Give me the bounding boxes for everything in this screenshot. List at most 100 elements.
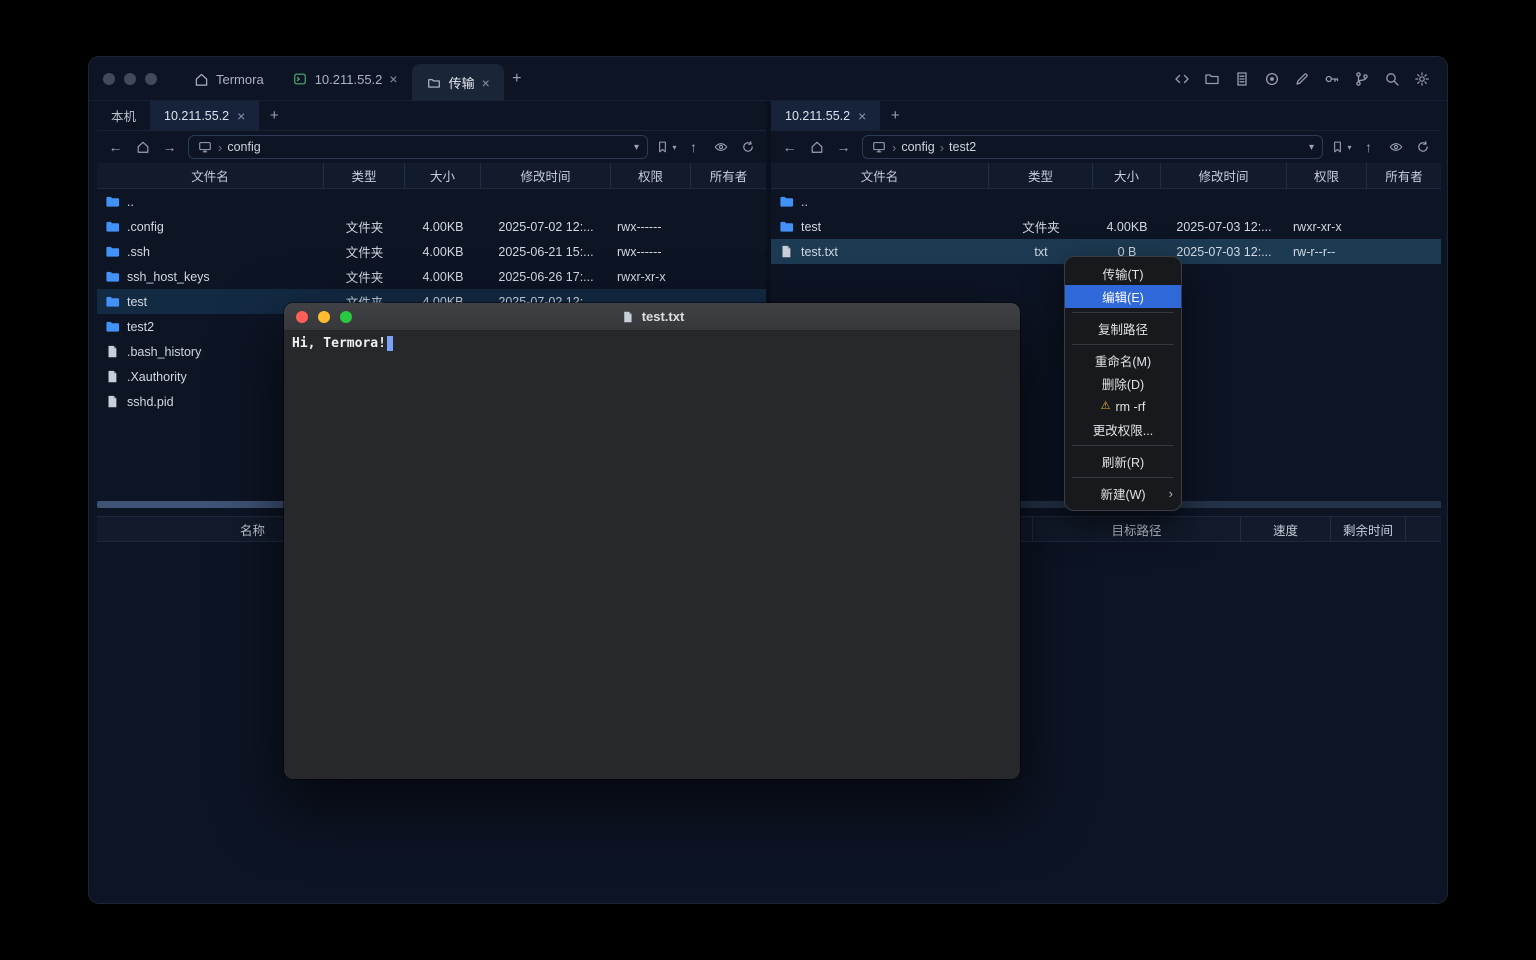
new-panel-tab-button[interactable]: + — [880, 101, 910, 130]
menu-item-new[interactable]: 新建(W) — [1065, 482, 1181, 505]
minimize-window-button[interactable] — [318, 311, 330, 323]
parent-directory-button[interactable] — [1356, 135, 1381, 159]
folder-icon — [104, 219, 120, 235]
new-panel-tab-button[interactable]: + — [259, 101, 289, 130]
close-window-button[interactable] — [103, 73, 115, 85]
file-row-parent[interactable]: .. — [771, 189, 1441, 214]
home-button[interactable] — [804, 135, 829, 159]
folder-icon — [778, 219, 794, 235]
menu-separator — [1072, 344, 1174, 345]
file-row[interactable]: test 文件夹 4.00KB 2025-07-03 12:... rwxr-x… — [771, 214, 1441, 239]
transfer-column-eta[interactable]: 剩余时间 — [1331, 517, 1406, 541]
menu-item-rename[interactable]: 重命名(M) — [1065, 349, 1181, 372]
folder-icon[interactable] — [1203, 70, 1221, 88]
column-header-name[interactable]: 文件名 — [97, 163, 324, 188]
menu-item-transfer[interactable]: 传输(T) — [1065, 262, 1181, 285]
breadcrumb-segment[interactable]: test2 — [949, 140, 976, 154]
left-table-header: 文件名 类型 大小 修改时间 权限 所有者 — [97, 163, 766, 189]
record-icon[interactable] — [1263, 70, 1281, 88]
menu-item-edit[interactable]: 编辑(E) — [1065, 285, 1181, 308]
window-controls — [103, 73, 157, 85]
file-name: .. — [801, 195, 808, 209]
editor-content[interactable]: Hi, Termora! — [284, 331, 1020, 779]
forward-button[interactable] — [157, 135, 182, 159]
show-hidden-eye-button[interactable] — [708, 135, 733, 159]
new-tab-button[interactable]: + — [504, 57, 530, 101]
minimize-window-button[interactable] — [124, 73, 136, 85]
breadcrumb-segment[interactable]: config — [227, 140, 260, 154]
code-icon[interactable] — [1173, 70, 1191, 88]
forward-button[interactable] — [831, 135, 856, 159]
column-header-size[interactable]: 大小 — [405, 163, 481, 188]
column-header-name[interactable]: 文件名 — [771, 163, 989, 188]
file-row[interactable]: ssh_host_keys 文件夹 4.00KB 2025-06-26 17:.… — [97, 264, 766, 289]
menu-item-rm-rf[interactable]: rm -rf — [1065, 395, 1181, 418]
zoom-window-button[interactable] — [145, 73, 157, 85]
file-row[interactable]: .ssh 文件夹 4.00KB 2025-06-21 15:... rwx---… — [97, 239, 766, 264]
column-header-type[interactable]: 类型 — [324, 163, 405, 188]
tab-label: 传输 — [449, 73, 475, 92]
bookmark-button[interactable] — [1329, 135, 1354, 159]
editor-titlebar[interactable]: test.txt — [284, 303, 1020, 331]
home-icon — [193, 71, 209, 87]
close-icon[interactable] — [237, 109, 245, 123]
column-header-mtime[interactable]: 修改时间 — [1161, 163, 1287, 188]
branch-icon[interactable] — [1353, 70, 1371, 88]
menu-item-refresh[interactable]: 刷新(R) — [1065, 450, 1181, 473]
file-name: test — [801, 220, 821, 234]
panel-tab-host[interactable]: 10.211.55.2 — [771, 101, 880, 130]
menu-item-copy-path[interactable]: 复制路径 — [1065, 317, 1181, 340]
left-nav-bar: config — [97, 131, 766, 163]
transfer-column-speed[interactable]: 速度 — [1241, 517, 1331, 541]
log-icon[interactable] — [1233, 70, 1251, 88]
back-button[interactable] — [103, 135, 128, 159]
path-breadcrumb-field[interactable]: config — [188, 135, 648, 159]
column-header-perm[interactable]: 权限 — [611, 163, 691, 188]
context-menu: 传输(T) 编辑(E) 复制路径 重命名(M) 删除(D) rm -rf 更改权… — [1064, 256, 1182, 511]
menu-separator — [1072, 477, 1174, 478]
warning-icon — [1101, 401, 1111, 412]
column-header-mtime[interactable]: 修改时间 — [481, 163, 611, 188]
panel-tab-host[interactable]: 10.211.55.2 — [150, 101, 259, 130]
parent-directory-button[interactable] — [681, 135, 706, 159]
panel-tab-local[interactable]: 本机 — [97, 101, 150, 130]
refresh-button[interactable] — [1410, 135, 1435, 159]
menu-item-delete[interactable]: 删除(D) — [1065, 372, 1181, 395]
submenu-chevron-icon — [1169, 486, 1173, 501]
transfer-column-spacer — [1406, 517, 1441, 541]
search-icon[interactable] — [1383, 70, 1401, 88]
close-icon[interactable] — [482, 76, 490, 90]
edit-icon[interactable] — [1293, 70, 1311, 88]
column-header-owner[interactable]: 所有者 — [691, 163, 766, 188]
settings-gear-icon[interactable] — [1413, 70, 1431, 88]
chevron-down-icon[interactable] — [1309, 142, 1314, 153]
menu-item-change-permissions[interactable]: 更改权限... — [1065, 418, 1181, 441]
column-header-size[interactable]: 大小 — [1093, 163, 1161, 188]
transfer-column-target-path[interactable]: 目标路径 — [1033, 517, 1241, 541]
column-header-perm[interactable]: 权限 — [1287, 163, 1367, 188]
path-breadcrumb-field[interactable]: config test2 — [862, 135, 1323, 159]
right-panel-tab-bar: 10.211.55.2 + — [771, 101, 1441, 131]
show-hidden-eye-button[interactable] — [1383, 135, 1408, 159]
column-header-type[interactable]: 类型 — [989, 163, 1093, 188]
file-name: .Xauthority — [127, 370, 187, 384]
zoom-window-button[interactable] — [340, 311, 352, 323]
panel-tab-label: 10.211.55.2 — [164, 109, 229, 123]
home-button[interactable] — [130, 135, 155, 159]
chevron-down-icon[interactable] — [634, 142, 639, 153]
column-header-owner[interactable]: 所有者 — [1367, 163, 1441, 188]
close-window-button[interactable] — [296, 311, 308, 323]
tab-termora-home[interactable]: Termora — [179, 57, 278, 101]
computer-icon — [871, 139, 887, 155]
close-icon[interactable] — [858, 109, 866, 123]
tab-host-10-211-55-2[interactable]: 10.211.55.2 — [278, 57, 412, 101]
file-row-parent[interactable]: .. — [97, 189, 766, 214]
breadcrumb-segment[interactable]: config — [901, 140, 934, 154]
close-icon[interactable] — [389, 72, 397, 86]
tab-transfer[interactable]: 传输 — [412, 64, 504, 101]
back-button[interactable] — [777, 135, 802, 159]
key-icon[interactable] — [1323, 70, 1341, 88]
bookmark-button[interactable] — [654, 135, 679, 159]
refresh-button[interactable] — [735, 135, 760, 159]
file-row[interactable]: .config 文件夹 4.00KB 2025-07-02 12:... rwx… — [97, 214, 766, 239]
